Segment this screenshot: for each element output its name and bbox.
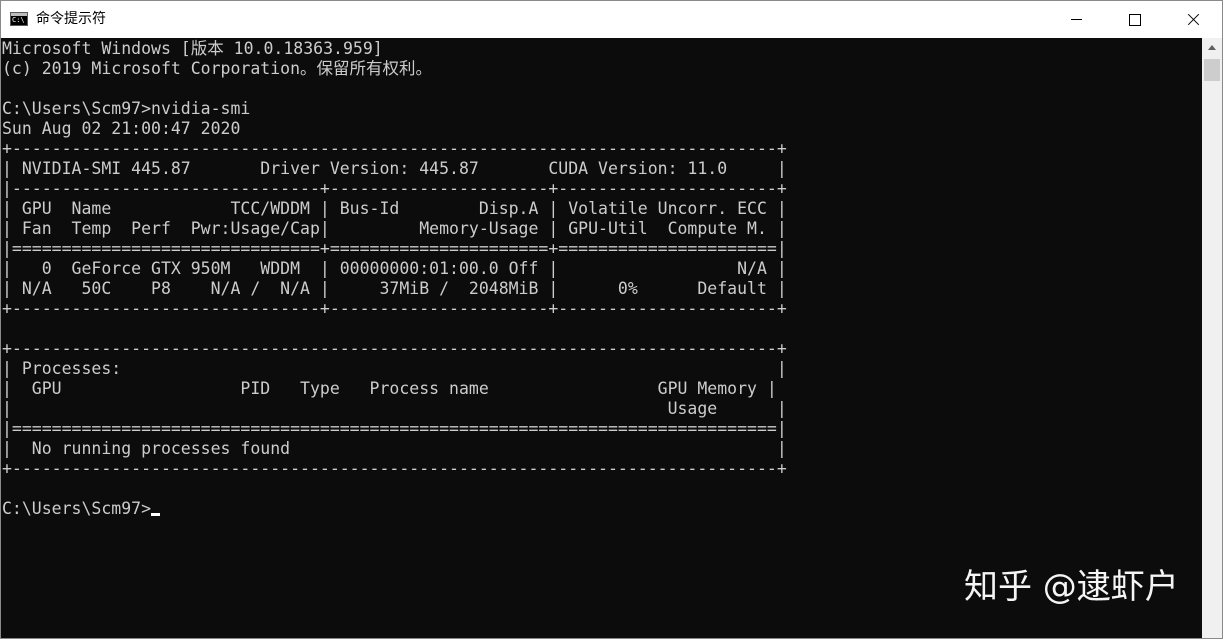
console-line: |=======================================… (2, 419, 787, 438)
console-line: +---------------------------------------… (2, 459, 787, 478)
console-line: | 0 GeForce GTX 950M WDDM | 00000000:01:… (2, 259, 787, 278)
scroll-thumb[interactable] (1204, 59, 1220, 81)
console-line: | Processes: | (2, 359, 787, 378)
console-line: | NVIDIA-SMI 445.87 Driver Version: 445.… (2, 159, 787, 178)
console-line: C:\Users\Scm97>nvidia-smi (2, 99, 251, 118)
console-line: | Usage | (2, 399, 787, 418)
title-bar[interactable]: 命令提示符 (1, 1, 1222, 38)
close-button[interactable] (1164, 1, 1222, 38)
console-line: +---------------------------------------… (2, 139, 787, 158)
cmd-prompt-icon[interactable] (10, 12, 28, 26)
scroll-up-arrow-icon[interactable] (1202, 38, 1222, 58)
text-cursor (151, 513, 161, 516)
console-line: | Fan Temp Perf Pwr:Usage/Cap| Memory-Us… (2, 219, 787, 238)
console-line: | GPU Name TCC/WDDM | Bus-Id Disp.A | Vo… (2, 199, 787, 218)
console-line: +---------------------------------------… (2, 339, 787, 358)
console-prompt-line[interactable]: C:\Users\Scm97> (2, 499, 161, 518)
console-text: Microsoft Windows [版本 10.0.18363.959] (c… (2, 39, 787, 519)
minimize-icon (1071, 19, 1082, 20)
console-line: |===============================+=======… (2, 239, 787, 258)
console-line: | N/A 50C P8 N/A / N/A | 37MiB / 2048MiB… (2, 279, 787, 298)
maximize-button[interactable] (1106, 1, 1164, 38)
console-line: +-------------------------------+-------… (2, 299, 787, 318)
console-line: (c) 2019 Microsoft Corporation。保留所有权利。 (2, 59, 433, 78)
vertical-scrollbar[interactable] (1202, 38, 1222, 638)
console-line: | GPU PID Type Process name GPU Memory | (2, 379, 777, 398)
window-title: 命令提示符 (36, 11, 106, 27)
command-prompt-window: 命令提示符 Microsoft Windows [版本 10.0.18363.9… (0, 0, 1223, 639)
console-line: Microsoft Windows [版本 10.0.18363.959] (2, 39, 383, 58)
console-line: Sun Aug 02 21:00:47 2020 (2, 119, 241, 138)
console-line: | No running processes found | (2, 439, 787, 458)
maximize-icon (1129, 14, 1141, 26)
close-icon (1187, 13, 1199, 25)
console-line: |-------------------------------+-------… (2, 179, 787, 198)
minimize-button[interactable] (1048, 1, 1106, 38)
command-prompt: C:\Users\Scm97> (2, 499, 152, 518)
console-output-area[interactable]: Microsoft Windows [版本 10.0.18363.959] (c… (1, 38, 1202, 638)
watermark: 知乎 @逮虾户 (964, 567, 1179, 607)
